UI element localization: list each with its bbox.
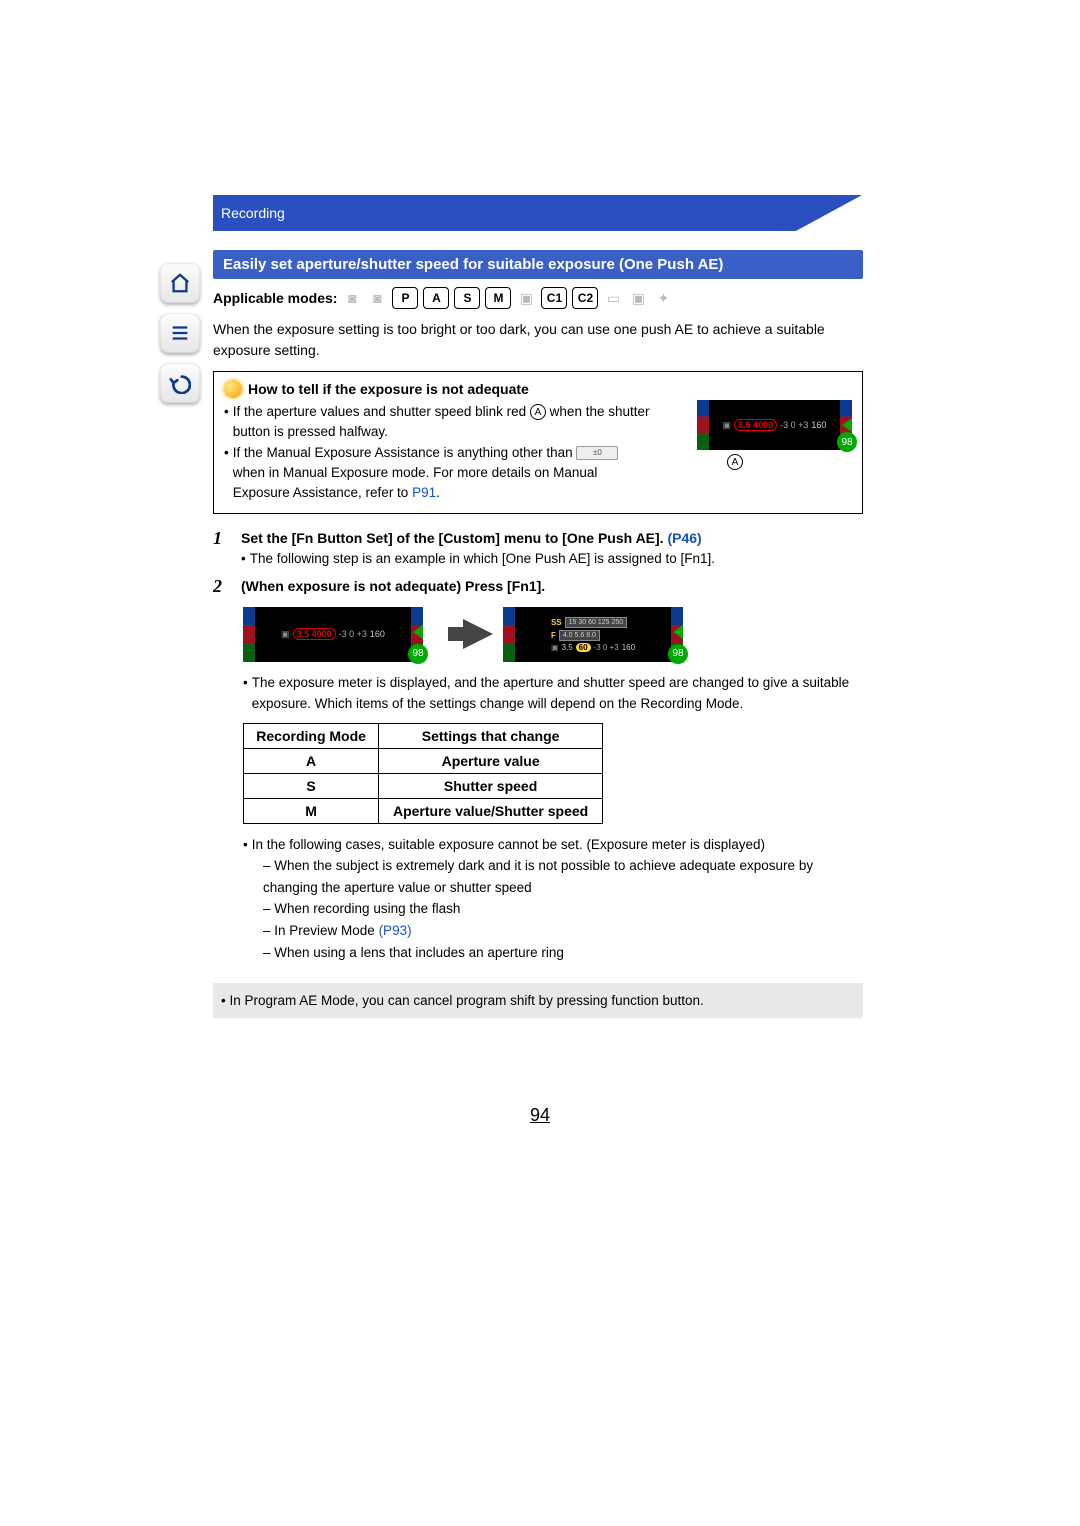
badge-count: 98: [837, 432, 857, 452]
mode-c2: C2: [572, 287, 598, 309]
mode-iaplus-icon: ◙: [367, 288, 387, 308]
exception-item: In Preview Mode: [274, 923, 378, 938]
section-header: Recording: [213, 195, 863, 231]
exception-item: When the subject is extremely dark and i…: [263, 858, 813, 895]
exceptions-lead: In the following cases, suitable exposur…: [252, 834, 765, 856]
mode-ia-icon: ◙: [342, 288, 362, 308]
lcd-after: SS 15 30 60 125 250 F 4.0 5.6 8.0 ▣ 3.5 …: [503, 607, 683, 662]
step-1-title: Set the [Fn Button Set] of the [Custom] …: [241, 530, 667, 546]
link-p46[interactable]: (P46): [667, 530, 701, 546]
home-icon[interactable]: [160, 263, 200, 303]
mode-p: P: [392, 287, 418, 309]
exception-item: When using a lens that includes an apert…: [274, 945, 564, 960]
intro-text: When the exposure setting is too bright …: [213, 319, 863, 361]
grey-note: • In Program AE Mode, you can cancel pro…: [213, 983, 863, 1018]
mode-scn-icon: ▣: [628, 288, 648, 308]
step-1-number: 1: [213, 528, 229, 569]
mode-video-icon: ▣: [516, 288, 536, 308]
page-title: Easily set aperture/shutter speed for su…: [213, 250, 863, 279]
step-2-number: 2: [213, 576, 229, 597]
grey-note-text: In Program AE Mode, you can cancel progr…: [229, 993, 703, 1008]
applicable-modes: Applicable modes: ◙ ◙ P A S M ▣ C1 C2 ▭ …: [213, 287, 863, 309]
back-icon[interactable]: [160, 363, 200, 403]
table-header-mode: Recording Mode: [244, 723, 379, 748]
info-box: How to tell if the exposure is not adequ…: [213, 371, 863, 514]
info-line2a: If the Manual Exposure Assistance is any…: [233, 445, 577, 460]
step-1: 1 Set the [Fn Button Set] of the [Custom…: [213, 528, 863, 569]
applicable-label: Applicable modes:: [213, 290, 337, 306]
table-row: S Shutter speed: [244, 773, 603, 798]
bulb-icon: [224, 380, 242, 398]
lcd-example-before: ▣ 3.5 4000 -3 0 +3 160 98 A: [697, 400, 852, 470]
lcd-before: ▣ 3.5 4000 -3 0 +3 160 98: [243, 607, 423, 662]
mode-a: A: [423, 287, 449, 309]
mode-m: M: [485, 287, 511, 309]
marker-a-inline: A: [530, 404, 546, 420]
link-p93[interactable]: (P93): [379, 923, 412, 938]
settings-table: Recording Mode Settings that change A Ap…: [243, 723, 603, 824]
marker-a: A: [727, 454, 743, 470]
mode-c1: C1: [541, 287, 567, 309]
list-icon[interactable]: [160, 313, 200, 353]
step-1-sub: The following step is an example in whic…: [250, 549, 715, 569]
exception-item: When recording using the flash: [274, 901, 460, 916]
mode-pano-icon: ▭: [603, 288, 623, 308]
arrow-icon: [463, 619, 493, 649]
section-label: Recording: [221, 205, 285, 221]
after-text: The exposure meter is displayed, and the…: [252, 672, 863, 715]
exceptions-list: •In the following cases, suitable exposu…: [243, 834, 863, 964]
step-2: 2 (When exposure is not adequate) Press …: [213, 576, 863, 597]
info-line1a: If the aperture values and shutter speed…: [233, 404, 530, 419]
page-number: 94: [530, 1105, 550, 1126]
link-p91[interactable]: P91: [412, 485, 436, 500]
ev-indicator-icon: ±0: [576, 446, 618, 460]
mode-s: S: [454, 287, 480, 309]
info-box-title: How to tell if the exposure is not adequ…: [248, 381, 529, 397]
table-header-change: Settings that change: [379, 723, 603, 748]
table-row: M Aperture value/Shutter speed: [244, 798, 603, 823]
diagram-row: ▣ 3.5 4000 -3 0 +3 160 98 SS 15 30 60: [243, 607, 863, 662]
mode-creative-icon: ✦: [653, 288, 673, 308]
step-2-title: (When exposure is not adequate) Press [F…: [241, 578, 545, 594]
table-row: A Aperture value: [244, 748, 603, 773]
